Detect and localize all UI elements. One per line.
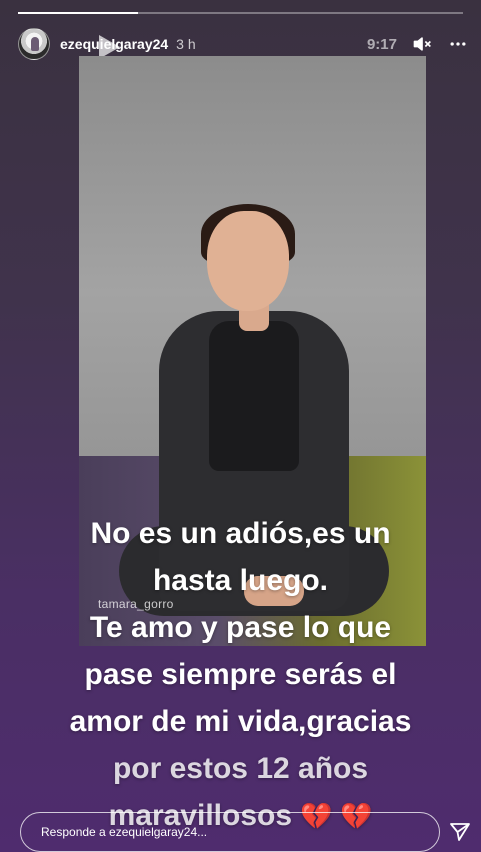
story-progress-bar [18, 12, 463, 14]
video-person-head [207, 211, 289, 311]
story-caption: No es un adiós,es un hasta luego. Te amo… [0, 510, 481, 840]
caption-line: Te amo y pase lo que [89, 611, 392, 644]
caption-line: hasta luego. [152, 564, 329, 597]
caption-line: por estos 12 años [112, 752, 369, 785]
video-person-shirt [209, 321, 299, 471]
caption-line: No es un adiós,es un [90, 517, 391, 550]
send-icon[interactable] [448, 820, 472, 844]
story-viewer: ezequielgaray24 3 h 9:17 [0, 0, 481, 852]
mute-icon[interactable] [411, 33, 433, 55]
caption-line: amor de mi vida,gracias [69, 705, 412, 738]
caption-line: pase siempre serás el [84, 658, 397, 691]
story-progress-fill [18, 12, 139, 14]
reply-input[interactable]: Responde a ezequielgaray24... [20, 812, 440, 852]
avatar[interactable] [18, 28, 50, 60]
clock-overlay: 9:17 [366, 35, 397, 53]
reply-placeholder: Responde a ezequielgaray24... [41, 825, 208, 839]
time-ago: 3 h [176, 36, 196, 52]
more-icon[interactable] [447, 33, 469, 55]
header-controls: 9:17 [367, 33, 469, 55]
